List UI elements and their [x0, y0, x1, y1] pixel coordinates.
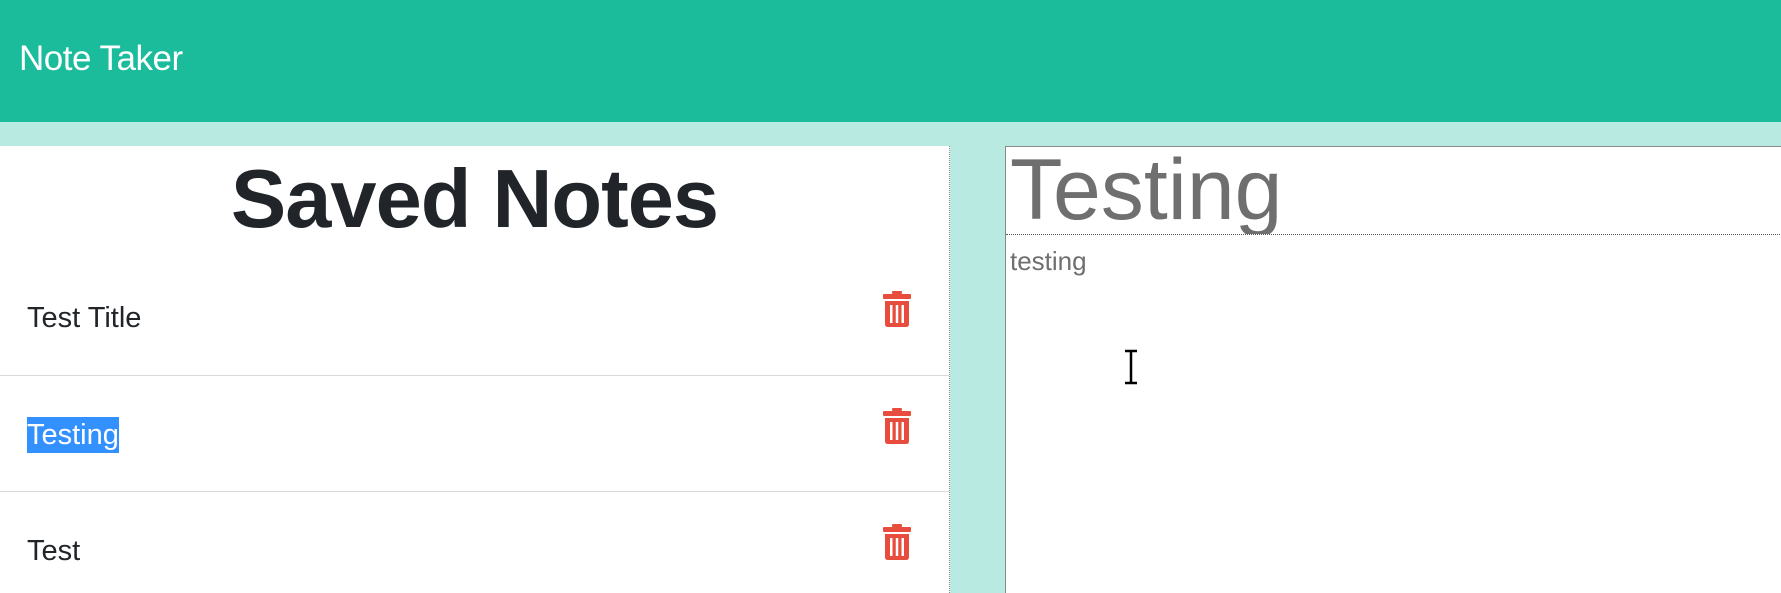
note-list: Test Title Testing Test: [0, 259, 949, 593]
note-title[interactable]: Testing: [27, 417, 119, 453]
brand-title[interactable]: Note Taker: [19, 39, 183, 79]
note-title[interactable]: Test: [27, 533, 80, 569]
list-item[interactable]: Testing: [0, 376, 949, 492]
trash-icon[interactable]: [883, 408, 911, 444]
note-title-input[interactable]: Testing: [1006, 146, 1781, 235]
saved-notes-panel: Saved Notes Test Title Testing Test: [0, 146, 950, 593]
note-body-textarea[interactable]: testing: [1006, 236, 1781, 593]
trash-icon[interactable]: [883, 524, 911, 560]
list-item[interactable]: Test: [0, 492, 949, 593]
note-title[interactable]: Test Title: [27, 300, 141, 336]
list-item[interactable]: Test Title: [0, 259, 949, 376]
navbar: Note Taker: [0, 0, 1781, 122]
trash-icon[interactable]: [883, 291, 911, 327]
text-cursor-icon: [1125, 349, 1137, 385]
saved-notes-heading: Saved Notes: [230, 152, 719, 245]
